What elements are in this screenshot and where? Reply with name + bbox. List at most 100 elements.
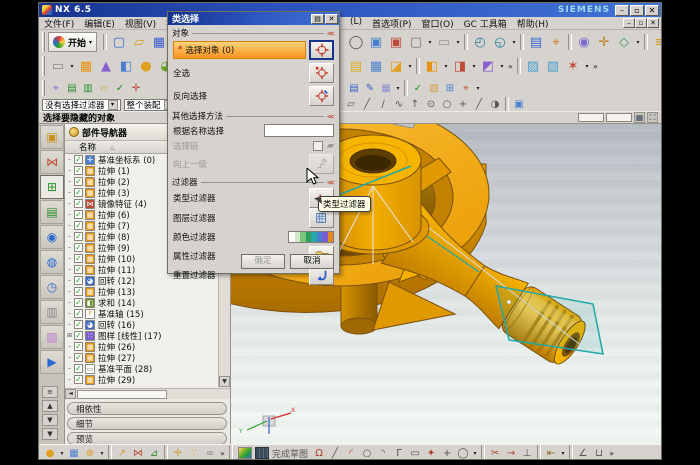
layer-settings-icon[interactable]: ▤ bbox=[64, 81, 80, 96]
polygon-tool-icon[interactable]: ✦ bbox=[423, 446, 439, 461]
overflow-more-icon[interactable]: » bbox=[607, 449, 616, 458]
selection-filter-dropdown[interactable]: 没有选择过滤器 ▾ bbox=[42, 99, 121, 111]
tree-checkbox[interactable]: ✓ bbox=[74, 155, 83, 164]
shaded-edges-view-icon[interactable]: ▣ bbox=[386, 32, 406, 52]
layer-visible-icon[interactable]: ▥ bbox=[80, 81, 96, 96]
snap-line-icon[interactable]: ╱ bbox=[359, 99, 375, 111]
select-object-button[interactable] bbox=[309, 40, 334, 60]
chevron-down-icon[interactable]: ▾ bbox=[442, 63, 450, 70]
dependencies-panel[interactable]: 相依性 bbox=[67, 402, 227, 415]
annotate-pen-icon[interactable]: ✎ bbox=[362, 81, 378, 96]
new-file-icon[interactable]: ▢ bbox=[109, 32, 129, 52]
zoom-tool-icon[interactable]: ◉ bbox=[574, 32, 594, 52]
pan-tool-icon[interactable]: ✛ bbox=[594, 32, 614, 52]
toolbar-grip[interactable] bbox=[42, 80, 45, 96]
wireframe-view-icon[interactable]: ▢ bbox=[406, 32, 426, 52]
chevron-down-icon[interactable]: ▾ bbox=[58, 450, 66, 457]
component-group-icon[interactable]: ∵ bbox=[186, 446, 202, 461]
tree-checkbox[interactable]: ✓ bbox=[74, 221, 83, 230]
shaded-view-icon[interactable]: ▣ bbox=[366, 32, 386, 52]
snap-quadrant-icon[interactable]: ◑ bbox=[487, 99, 503, 111]
expression-calc-icon[interactable]: ▦ bbox=[378, 81, 394, 96]
arc-tool-icon[interactable]: ◜ bbox=[343, 446, 359, 461]
menu-item[interactable]: 帮助(H) bbox=[512, 17, 554, 30]
extrude-tool-icon[interactable]: ▦ bbox=[76, 56, 96, 76]
snap-midpoint-icon[interactable]: ∕ bbox=[375, 99, 391, 111]
datum-csys-icon[interactable]: ⌖ bbox=[48, 81, 64, 96]
thicken-tool-icon[interactable]: ▨ bbox=[523, 56, 543, 76]
dialog-options-button[interactable]: ▤ bbox=[311, 14, 324, 24]
select-chain-checkbox[interactable] bbox=[313, 141, 323, 151]
tree-checkbox[interactable]: ✓ bbox=[74, 364, 83, 373]
menu-item[interactable]: 文件(F) bbox=[39, 17, 79, 30]
tree-checkbox[interactable]: ✓ bbox=[74, 320, 83, 329]
information-window-icon[interactable]: ▤ bbox=[526, 32, 546, 52]
collapse-icon[interactable]: ≪ bbox=[327, 178, 335, 185]
tree-checkbox[interactable]: ✓ bbox=[74, 177, 83, 186]
quick-extend-icon[interactable]: → bbox=[503, 446, 519, 461]
tree-checkbox[interactable]: ✓ bbox=[74, 331, 83, 340]
display-mode-icon[interactable]: ◯ bbox=[346, 32, 366, 52]
orient-view-trimetric-icon[interactable]: ◴ bbox=[470, 32, 490, 52]
chevron-down-icon[interactable]: ▾ bbox=[559, 450, 567, 457]
notebook-icon[interactable]: ▤ bbox=[346, 81, 362, 96]
menu-item[interactable]: (L) bbox=[345, 17, 367, 30]
named-group-icon[interactable]: ▱ bbox=[96, 81, 112, 96]
resource-arrow-button-2[interactable]: ▼ bbox=[42, 414, 58, 426]
resource-tab-reuse-library[interactable]: ▤ bbox=[40, 200, 64, 224]
dimension-tool-icon[interactable]: ⇤ bbox=[543, 446, 559, 461]
constraint-coincide-icon[interactable]: ⊔ bbox=[591, 446, 607, 461]
toolbar-grip[interactable] bbox=[42, 32, 45, 51]
resource-tab-constraint-navigator[interactable]: ⋈ bbox=[40, 150, 64, 174]
resource-arrow-button-0[interactable]: ≡ bbox=[42, 386, 58, 398]
chevron-down-icon[interactable]: ▾ bbox=[498, 63, 506, 70]
mirror-assembly-icon[interactable]: ⋈ bbox=[130, 446, 146, 461]
resource-tab-roles[interactable]: ▧ bbox=[40, 325, 64, 349]
wave-link-icon[interactable]: ↗ bbox=[114, 446, 130, 461]
line-tool-icon[interactable]: ╱ bbox=[327, 446, 343, 461]
tree-horizontal-scrollbar[interactable]: ◄ bbox=[65, 388, 231, 399]
tree-checkbox[interactable]: ✓ bbox=[74, 353, 83, 362]
tree-row[interactable]: –✓▦拉伸 (27) bbox=[65, 352, 219, 363]
chevron-down-icon[interactable]: ▾ bbox=[634, 39, 642, 46]
tree-row[interactable]: –✓▭基准平面 (28) bbox=[65, 363, 219, 374]
snap-arrow-icon[interactable]: ↑ bbox=[407, 99, 423, 111]
tree-row[interactable]: –✓▦拉伸 (29) bbox=[65, 374, 219, 385]
resource-tab-web-browser[interactable]: ◍ bbox=[40, 250, 64, 274]
subtract-tool-icon[interactable]: ◨ bbox=[450, 56, 470, 76]
fillet-tool-icon[interactable]: ◝ bbox=[375, 446, 391, 461]
snap-point-icon[interactable]: + bbox=[455, 99, 471, 111]
close-button[interactable]: ✕ bbox=[645, 5, 659, 16]
tree-checkbox[interactable]: ✓ bbox=[74, 265, 83, 274]
restore-button[interactable]: ▫ bbox=[630, 5, 644, 16]
chevron-down-icon[interactable]: ▾ bbox=[98, 450, 106, 457]
sort-indicator-icon[interactable]: △ bbox=[110, 144, 115, 151]
check-mate-icon[interactable]: ✓ bbox=[112, 81, 128, 96]
resource-arrow-button-3[interactable]: ▼ bbox=[42, 428, 58, 440]
select-by-name-input[interactable] bbox=[264, 124, 334, 137]
tree-checkbox[interactable]: ✓ bbox=[74, 287, 83, 296]
ellipse-tool-icon[interactable]: ◯ bbox=[455, 446, 471, 461]
open-file-icon[interactable]: ▱ bbox=[129, 32, 149, 52]
select-all-button[interactable] bbox=[309, 63, 334, 83]
tree-checkbox[interactable]: ✓ bbox=[74, 254, 83, 263]
snap-circle-icon[interactable]: ○ bbox=[439, 99, 455, 111]
sheet-tool-icon[interactable]: ▤ bbox=[346, 56, 366, 76]
block-tool-icon[interactable]: ◧ bbox=[116, 56, 136, 76]
dialog-title-bar[interactable]: 类选择 ▤ ✕ bbox=[168, 12, 339, 25]
details-panel[interactable]: 细节 bbox=[67, 417, 227, 430]
resource-tab-part-navigator[interactable]: ⊞ bbox=[40, 175, 64, 199]
background-view-icon[interactable]: ▭ bbox=[434, 32, 454, 52]
child-restore-button[interactable]: ▫ bbox=[635, 18, 647, 28]
chevron-down-icon[interactable]: ▾ bbox=[454, 39, 462, 46]
tree-checkbox[interactable]: ✓ bbox=[74, 199, 83, 208]
sketch-plane-icon[interactable]: ▭ bbox=[48, 56, 68, 76]
resource-tab-system-materials[interactable]: ▥ bbox=[40, 300, 64, 324]
tree-checkbox[interactable]: ✓ bbox=[74, 298, 83, 307]
resource-tab-history[interactable]: ◷ bbox=[40, 275, 64, 299]
remember-constraint-icon[interactable]: ✛ bbox=[170, 446, 186, 461]
analysis-tool-icon[interactable]: ✶ bbox=[563, 56, 583, 76]
menu-item[interactable]: 首选项(P) bbox=[367, 17, 416, 30]
child-close-button[interactable]: ✕ bbox=[647, 18, 659, 28]
profile-tool-icon[interactable]: Ω bbox=[311, 446, 327, 461]
